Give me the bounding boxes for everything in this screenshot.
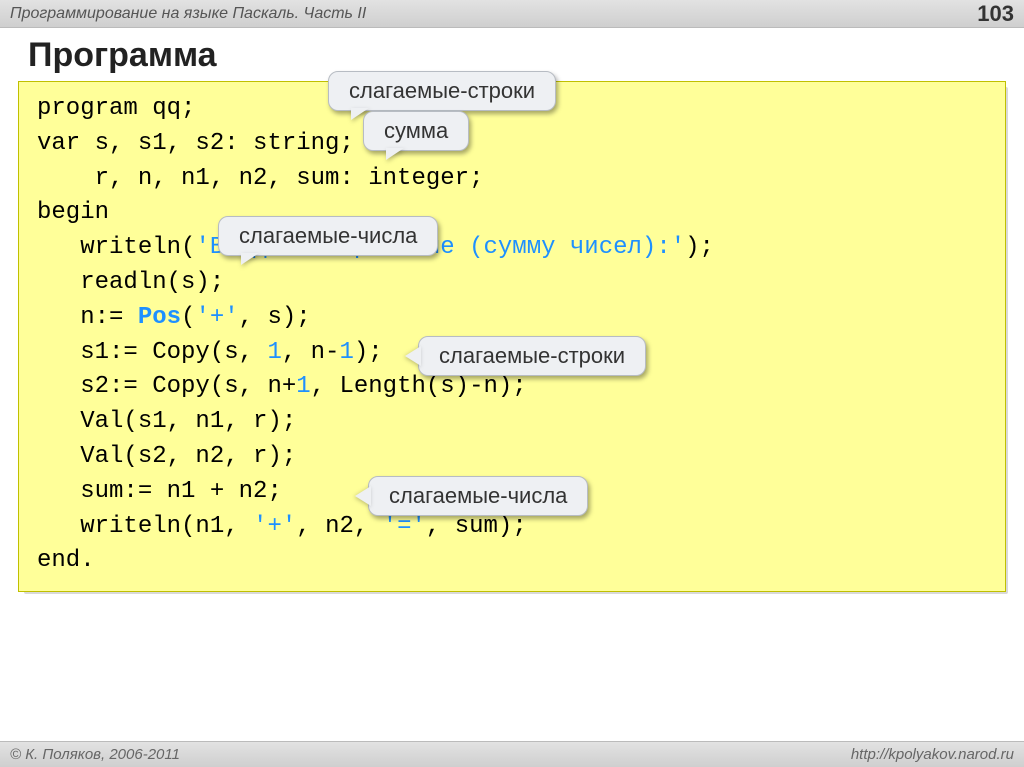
code-line: ( xyxy=(181,304,195,331)
footer-url: http://kpolyakov.narod.ru xyxy=(851,746,1014,763)
callout-strings-1: слагаемые-строки xyxy=(328,71,556,111)
code-line: readln(s); xyxy=(37,269,224,296)
breadcrumb: Программирование на языке Паскаль. Часть… xyxy=(10,5,366,23)
code-line: , s); xyxy=(239,304,311,331)
code-line: Val(s1, n1, r); xyxy=(37,408,296,435)
code-line: s1:= Copy(s, xyxy=(37,339,267,366)
callout-label: слагаемые-числа xyxy=(389,483,567,508)
slide-content: Программа program qq; var s, s1, s2: str… xyxy=(0,28,1024,592)
code-number: 1 xyxy=(339,339,353,366)
code-line: n:= xyxy=(37,304,138,331)
code-line: , n2, xyxy=(296,513,382,540)
callout-label: слагаемые-строки xyxy=(349,78,535,103)
header-bar: Программирование на языке Паскаль. Часть… xyxy=(0,0,1024,28)
code-block-wrap: program qq; var s, s1, s2: string; r, n,… xyxy=(18,81,1006,592)
code-line: begin xyxy=(37,199,109,226)
code-keyword: Pos xyxy=(138,304,181,331)
callout-label: сумма xyxy=(384,118,448,143)
callout-numbers-1: слагаемые-числа xyxy=(218,216,438,256)
callout-label: слагаемые-числа xyxy=(239,223,417,248)
code-line: , n- xyxy=(282,339,340,366)
code-line: r, n, n1, n2, sum: integer; xyxy=(37,165,483,192)
code-line: , Length(s)-n); xyxy=(311,373,527,400)
code-line: writeln(n1, xyxy=(37,513,253,540)
code-line: Val(s2, n2, r); xyxy=(37,443,296,470)
code-line: , sum); xyxy=(426,513,527,540)
callout-numbers-2: слагаемые-числа xyxy=(368,476,588,516)
callout-label: слагаемые-строки xyxy=(439,343,625,368)
code-line: var s, s1, s2: string; xyxy=(37,130,354,157)
footer-bar: © К. Поляков, 2006-2011 http://kpolyakov… xyxy=(0,741,1024,767)
code-line: end. xyxy=(37,547,95,574)
code-string: '=' xyxy=(383,513,426,540)
code-line: s2:= Copy(s, n+ xyxy=(37,373,296,400)
copyright-text: © К. Поляков, 2006-2011 xyxy=(10,746,180,763)
code-number: 1 xyxy=(296,373,310,400)
code-line: ); xyxy=(354,339,383,366)
slide-title: Программа xyxy=(28,36,1006,75)
code-string: '+' xyxy=(253,513,296,540)
code-line: program qq; xyxy=(37,95,195,122)
code-string: '+' xyxy=(195,304,238,331)
code-number: 1 xyxy=(267,339,281,366)
callout-strings-2: слагаемые-строки xyxy=(418,336,646,376)
callout-sum: сумма xyxy=(363,111,469,151)
code-line: ); xyxy=(685,234,714,261)
page-number: 103 xyxy=(977,1,1014,27)
code-line: writeln( xyxy=(37,234,195,261)
code-line: sum:= n1 + n2; xyxy=(37,478,282,505)
